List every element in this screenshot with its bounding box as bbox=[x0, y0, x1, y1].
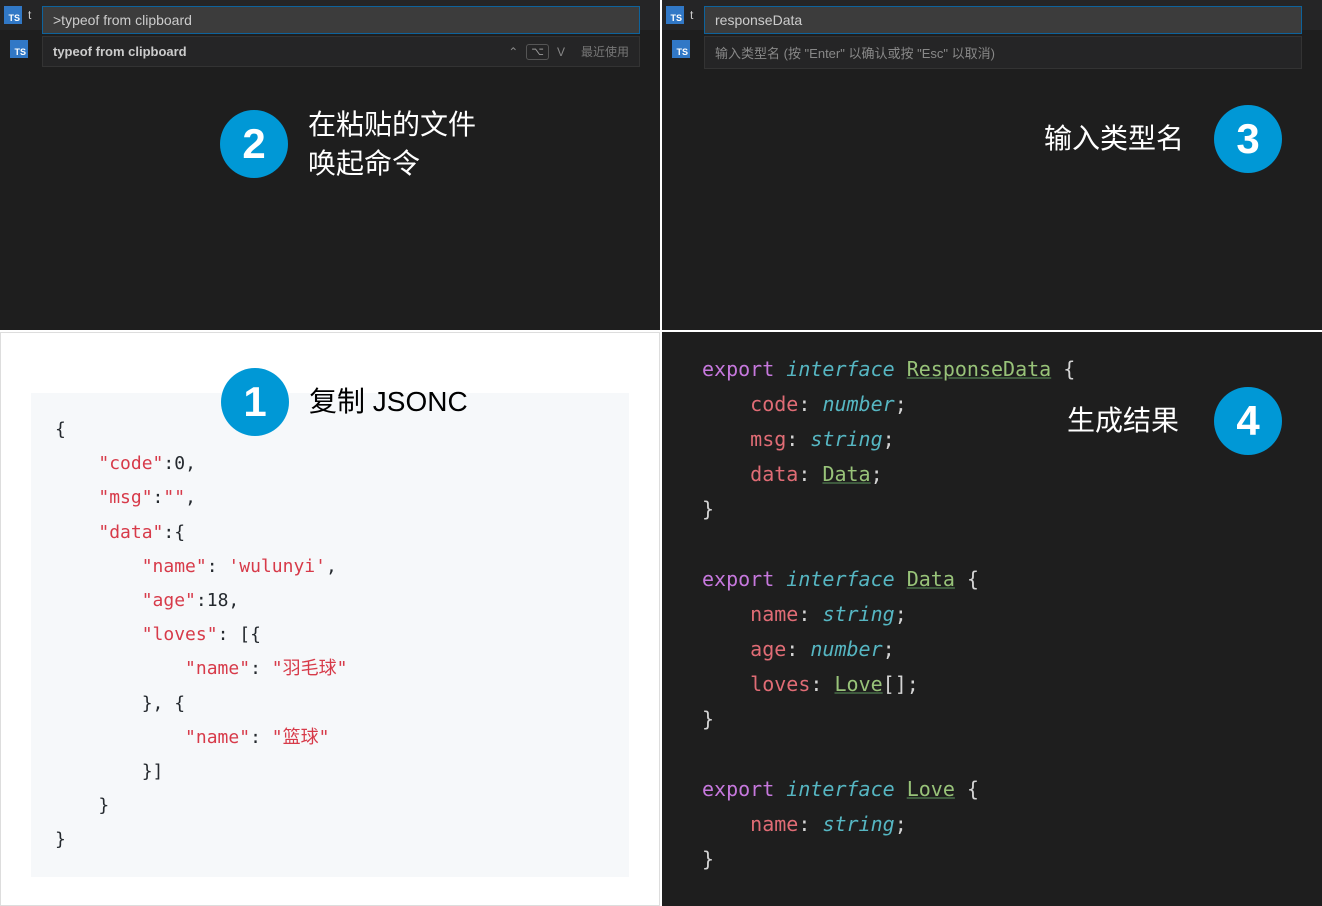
typescript-file-icon: TS bbox=[672, 40, 690, 58]
typescript-file-icon: TS bbox=[666, 6, 684, 24]
step-description: 复制 JSONC bbox=[309, 382, 468, 421]
panel-step-3: TS t TS 输入类型名 (按 "Enter" 以确认或按 "Esc" 以取消… bbox=[662, 0, 1322, 330]
step-annotation: 2 在粘贴的文件 唤起命令 bbox=[220, 105, 476, 183]
recent-label: 最近使用 bbox=[581, 43, 629, 60]
tab-label[interactable]: t bbox=[28, 8, 31, 22]
command-palette-input[interactable] bbox=[42, 6, 640, 34]
step-annotation: 1 复制 JSONC bbox=[221, 368, 468, 436]
keybind-hint: ⌃ ⌥ V 最近使用 bbox=[508, 43, 629, 60]
panel-step-2: TS t TS typeof from clipboard ⌃ ⌥ V 最近使用… bbox=[0, 0, 660, 330]
command-suggestion-row[interactable]: typeof from clipboard ⌃ ⌥ V 最近使用 bbox=[42, 36, 640, 67]
typescript-file-icon: TS bbox=[4, 6, 22, 24]
suggestion-text: typeof from clipboard bbox=[53, 44, 508, 59]
command-palette[interactable]: typeof from clipboard ⌃ ⌥ V 最近使用 bbox=[42, 6, 640, 67]
panel-step-1: 1 复制 JSONC { "code":0, "msg":"", "data":… bbox=[0, 332, 660, 906]
step-description: 输入类型名 bbox=[1044, 119, 1184, 158]
input-hint: 输入类型名 (按 "Enter" 以确认或按 "Esc" 以取消) bbox=[704, 36, 1302, 69]
panel-step-4: export interface ResponseData { code: nu… bbox=[662, 332, 1322, 906]
step-description: 生成结果 bbox=[1067, 401, 1179, 440]
typescript-file-icon: TS bbox=[10, 40, 28, 58]
tutorial-grid: TS t TS typeof from clipboard ⌃ ⌥ V 最近使用… bbox=[0, 0, 1322, 906]
step-number-badge: 2 bbox=[220, 110, 288, 178]
step-number-badge: 3 bbox=[1214, 105, 1282, 173]
step-number-badge: 4 bbox=[1214, 387, 1282, 455]
tab-label[interactable]: t bbox=[690, 8, 693, 22]
type-name-input[interactable] bbox=[704, 6, 1302, 34]
json-code-block[interactable]: { "code":0, "msg":"", "data":{ "name": '… bbox=[31, 393, 629, 877]
command-palette[interactable]: 输入类型名 (按 "Enter" 以确认或按 "Esc" 以取消) bbox=[704, 6, 1302, 69]
step-description: 在粘贴的文件 唤起命令 bbox=[308, 105, 476, 183]
alt-key-icon: ⌥ bbox=[526, 44, 549, 60]
chevron-up-icon: ⌃ bbox=[508, 45, 518, 59]
step-number-badge: 1 bbox=[221, 368, 289, 436]
step-annotation: 输入类型名 3 bbox=[1044, 105, 1282, 173]
step-annotation: 生成结果 4 bbox=[1067, 387, 1282, 455]
v-key-icon: V bbox=[557, 45, 565, 59]
